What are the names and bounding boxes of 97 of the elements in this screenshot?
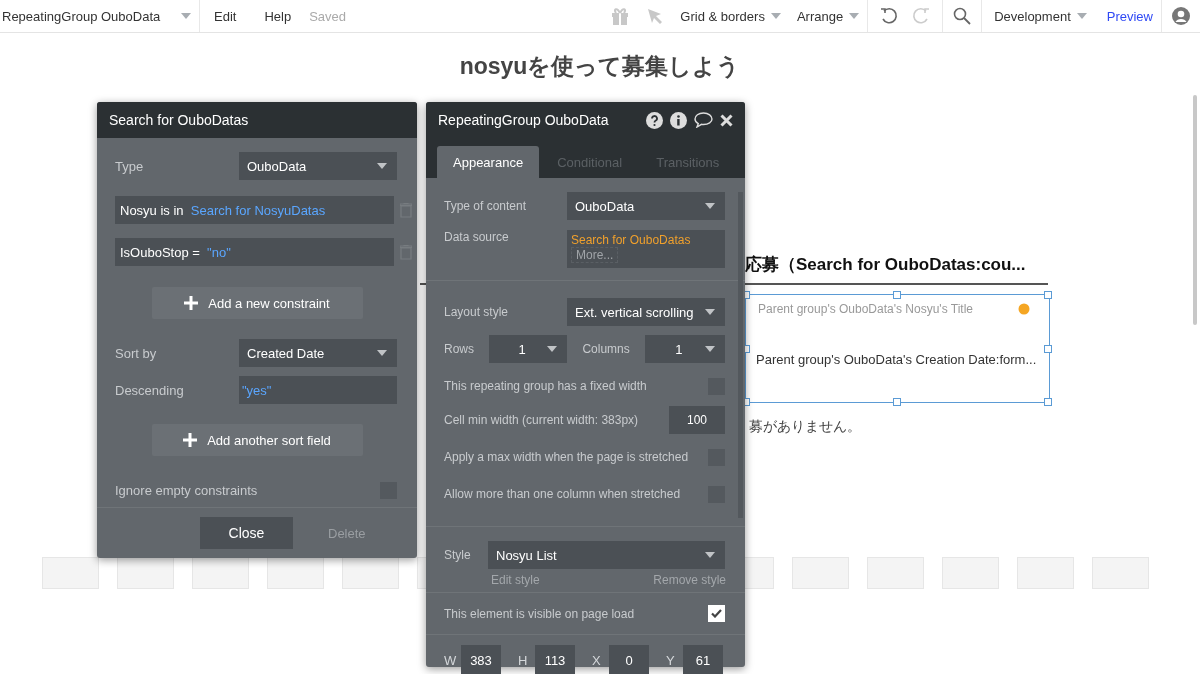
columns-dropdown[interactable]: 1 [645, 335, 725, 363]
pointer-icon[interactable] [646, 7, 665, 25]
close-button[interactable]: Close [200, 517, 293, 549]
resize-handle[interactable] [1044, 345, 1052, 353]
placeholder-tile [267, 557, 324, 589]
placeholder-tile [1092, 557, 1149, 589]
field-label: Style [444, 548, 471, 562]
field-label: Apply a max width when the page is stretched [444, 450, 689, 464]
section-title: 応募（Search for OuboDatas:cou... [745, 254, 1026, 276]
sort-dropdown[interactable]: Created Date [239, 339, 397, 367]
caret-icon [705, 552, 715, 558]
field-label: Data source [444, 230, 509, 244]
placeholder-tile [1017, 557, 1074, 589]
cell-title: Parent group's OuboData's Nosyu's Title [758, 302, 973, 316]
field-label: Descending [115, 382, 184, 398]
panel-title: Search for OuboDatas [109, 112, 250, 128]
field-label: Ignore empty constraints [115, 483, 258, 498]
page-heading: nosyuを使って募集しよう [459, 53, 741, 79]
check-icon [711, 609, 722, 618]
cell-date: Parent group's OuboData's Creation Date:form... [756, 352, 1037, 367]
grid-menu[interactable]: Grid & borders [672, 0, 789, 32]
constraint-field[interactable]: IsOuboStop = "no" [115, 238, 394, 266]
field-label: H [518, 652, 529, 668]
element-selector[interactable]: RepeatingGroup OuboData [0, 0, 200, 32]
layout-dropdown[interactable]: Ext. vertical scrolling [567, 298, 725, 326]
field-label: Type of content [444, 199, 527, 213]
number-field[interactable]: 383 [461, 645, 501, 674]
menu-item[interactable]: Edit [200, 8, 251, 24]
close-icon[interactable] [720, 113, 733, 127]
number-field[interactable]: 61 [683, 645, 723, 674]
arrange-menu[interactable]: Arrange [788, 0, 868, 32]
sun-icon [1018, 303, 1030, 315]
scrollbar[interactable] [1193, 95, 1197, 325]
caret-icon [181, 13, 191, 19]
field-label: W [444, 652, 458, 668]
resize-handle[interactable] [893, 291, 901, 299]
field-label: Layout style [444, 305, 509, 319]
caret-icon [849, 13, 860, 19]
style-dropdown[interactable]: Nosyu List [488, 541, 725, 569]
add-sort-button[interactable]: Add another sort field [151, 424, 363, 456]
content-type-dropdown[interactable]: OuboData [567, 192, 725, 220]
number-field[interactable]: 100 [669, 406, 725, 434]
checkbox[interactable] [708, 605, 725, 622]
number-field[interactable]: 0 [609, 645, 649, 674]
placeholder-tile [867, 557, 924, 589]
save-status: Saved [308, 8, 348, 24]
field-label: Columns [582, 342, 630, 356]
caret-icon [705, 203, 715, 209]
caret-icon [705, 309, 715, 315]
caret-icon [770, 13, 781, 19]
plus-icon [184, 296, 199, 310]
type-dropdown[interactable]: OuboData [239, 152, 397, 180]
field-label: Y [666, 652, 676, 668]
resize-handle[interactable] [1044, 398, 1052, 406]
caret-icon [705, 346, 715, 352]
resize-handle[interactable] [1044, 291, 1052, 299]
info-icon[interactable] [670, 111, 687, 129]
constraint-field[interactable]: Nosyu is in Search for NosyuDatas [115, 196, 394, 224]
undo-icon[interactable] [880, 7, 899, 25]
caret-icon [547, 346, 558, 352]
empty-message: 募がありません。 [749, 418, 861, 436]
panel-title: RepeatingGroup OuboData [438, 112, 610, 128]
placeholder-tile [42, 557, 99, 589]
data-source-field[interactable]: Search for OuboDatas More... [567, 230, 725, 268]
placeholder-tile [792, 557, 849, 589]
caret-icon [377, 350, 387, 356]
placeholder-tile [942, 557, 999, 589]
gift-icon[interactable] [610, 7, 631, 25]
field-label: Sort by [115, 345, 157, 361]
placeholder-tile [342, 557, 399, 589]
field-label: Cell min width (current width: 383px) [444, 413, 639, 427]
plus-icon [183, 433, 198, 447]
field-label: This repeating group has a fixed width [444, 379, 647, 393]
tab[interactable]: Appearance [437, 146, 540, 178]
comment-icon[interactable] [694, 112, 713, 128]
field-label: X [592, 652, 602, 668]
user-icon[interactable] [1172, 7, 1190, 25]
preview-link[interactable]: Preview [1098, 0, 1161, 32]
field-label: Rows [444, 342, 474, 356]
resize-handle[interactable] [893, 398, 901, 406]
add-constraint-button[interactable]: Add a new constraint [151, 287, 363, 319]
help-icon[interactable] [646, 111, 663, 129]
scrollbar[interactable] [738, 192, 743, 518]
expression-link[interactable]: Search for OuboDatas [571, 233, 691, 247]
field-label: Type [115, 158, 144, 174]
caret-icon [377, 163, 387, 169]
caret-icon [1076, 13, 1087, 19]
placeholder-tile [192, 557, 249, 589]
redo-icon[interactable] [912, 7, 931, 25]
menu-item[interactable]: Help [250, 8, 306, 24]
placeholder-tile [117, 557, 174, 589]
rows-dropdown[interactable]: 1 [489, 335, 568, 363]
field-label: This element is visible on page load [444, 606, 635, 621]
mode-menu[interactable]: Development [981, 0, 1099, 32]
field-label: Allow more than one column when stretched [444, 487, 681, 501]
search-icon[interactable] [953, 7, 972, 25]
number-field[interactable]: 113 [535, 645, 575, 674]
